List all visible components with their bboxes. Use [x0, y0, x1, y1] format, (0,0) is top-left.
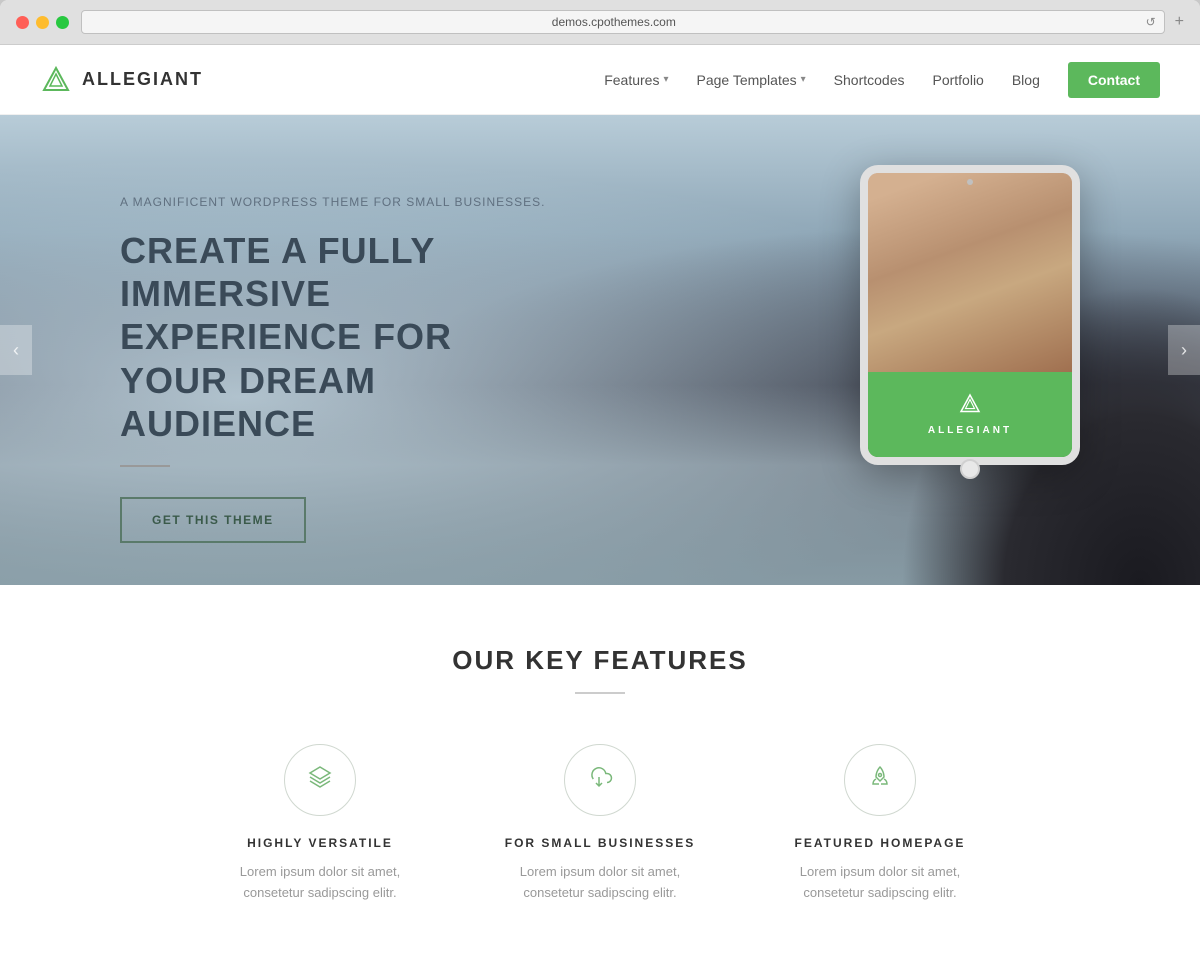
feature-item-versatile: HIGHLY VERSATILE Lorem ipsum dolor sit a…: [210, 744, 430, 904]
hero-title: CREATE A FULLY IMMERSIVE EXPERIENCE FOR …: [120, 229, 550, 445]
browser-dots: [16, 16, 69, 29]
hero-cta-button[interactable]: GET THIS THEME: [120, 497, 306, 543]
browser-titlebar: demos.cpothemes.com ↺ +: [0, 0, 1200, 45]
nav-item-portfolio[interactable]: Portfolio: [932, 72, 983, 88]
nav-link-blog[interactable]: Blog: [1012, 72, 1040, 88]
nav-link-features[interactable]: Features ▾: [604, 72, 668, 88]
feature-label-homepage: FEATURED HOMEPAGE: [770, 836, 990, 850]
tablet-brand-bar: ALLEGIANT: [868, 372, 1072, 457]
tablet-frame: ALLEGIANT: [860, 165, 1080, 465]
hero-divider: [120, 465, 170, 467]
feature-item-homepage: FEATURED HOMEPAGE Lorem ipsum dolor sit …: [770, 744, 990, 904]
feature-desc-homepage: Lorem ipsum dolor sit amet, consetetur s…: [770, 862, 990, 904]
nav-links: Features ▾ Page Templates ▾ Shortcodes: [604, 62, 1160, 98]
cloud-icon: [587, 765, 613, 795]
nav-item-features[interactable]: Features ▾: [604, 72, 668, 88]
hero-tablet-mockup: ALLEGIANT: [860, 165, 1080, 465]
hero-next-arrow[interactable]: ›: [1168, 325, 1200, 375]
feature-desc-businesses: Lorem ipsum dolor sit amet, consetetur s…: [490, 862, 710, 904]
nav-item-blog[interactable]: Blog: [1012, 72, 1040, 88]
browser-reload-icon[interactable]: ↺: [1146, 15, 1156, 29]
browser-url: demos.cpothemes.com: [552, 15, 676, 29]
browser-chrome: demos.cpothemes.com ↺ +: [0, 0, 1200, 45]
tablet-person-image: [868, 173, 1072, 372]
nav-link-shortcodes[interactable]: Shortcodes: [834, 72, 905, 88]
rocket-icon: [868, 765, 892, 795]
tablet-camera: [967, 179, 973, 185]
feature-desc-versatile: Lorem ipsum dolor sit amet, consetetur s…: [210, 862, 430, 904]
browser-addressbar[interactable]: demos.cpothemes.com ↺: [81, 10, 1165, 34]
chevron-down-icon: ▾: [663, 74, 668, 85]
nav-item-page-templates[interactable]: Page Templates ▾: [696, 72, 805, 88]
features-section: OUR KEY FEATURES HIGHLY VERSATILE: [0, 585, 1200, 964]
nav-item-shortcodes[interactable]: Shortcodes: [834, 72, 905, 88]
hero-prev-arrow[interactable]: ‹: [0, 325, 32, 375]
tablet-home-button: [960, 459, 980, 479]
tablet-logo-icon: [958, 392, 982, 421]
nav-item-contact[interactable]: Contact: [1068, 62, 1160, 98]
dot-maximize[interactable]: [56, 16, 69, 29]
logo-icon: [40, 64, 72, 96]
hero-subtitle: A MAGNIFICENT WORDPRESS THEME FOR SMALL …: [120, 195, 550, 209]
site-nav: ALLEGIANT Features ▾ Page Templates ▾: [0, 45, 1200, 115]
feature-icon-wrap-versatile: [284, 744, 356, 816]
dot-minimize[interactable]: [36, 16, 49, 29]
feature-icon-wrap-businesses: [564, 744, 636, 816]
contact-button[interactable]: Contact: [1068, 62, 1160, 98]
website-content: ALLEGIANT Features ▾ Page Templates ▾: [0, 45, 1200, 964]
features-title: OUR KEY FEATURES: [40, 645, 1160, 676]
feature-icon-wrap-homepage: [844, 744, 916, 816]
feature-item-businesses: FOR SMALL BUSINESSES Lorem ipsum dolor s…: [490, 744, 710, 904]
tablet-screen: ALLEGIANT: [868, 173, 1072, 457]
dot-close[interactable]: [16, 16, 29, 29]
hero-content: A MAGNIFICENT WORDPRESS THEME FOR SMALL …: [0, 115, 550, 543]
nav-link-portfolio[interactable]: Portfolio: [932, 72, 983, 88]
layers-icon: [308, 765, 332, 795]
features-grid: HIGHLY VERSATILE Lorem ipsum dolor sit a…: [40, 744, 1160, 904]
chevron-down-icon: ▾: [801, 74, 806, 85]
browser-add-tab[interactable]: +: [1175, 13, 1184, 31]
feature-label-businesses: FOR SMALL BUSINESSES: [490, 836, 710, 850]
tablet-brand-text: ALLEGIANT: [928, 425, 1012, 436]
browser-window: demos.cpothemes.com ↺ + ALLEGIANT Featur…: [0, 0, 1200, 964]
nav-link-page-templates[interactable]: Page Templates ▾: [696, 72, 805, 88]
features-divider: [575, 692, 625, 694]
logo-text: ALLEGIANT: [82, 69, 203, 90]
site-logo[interactable]: ALLEGIANT: [40, 64, 203, 96]
feature-label-versatile: HIGHLY VERSATILE: [210, 836, 430, 850]
hero-section: A MAGNIFICENT WORDPRESS THEME FOR SMALL …: [0, 115, 1200, 585]
